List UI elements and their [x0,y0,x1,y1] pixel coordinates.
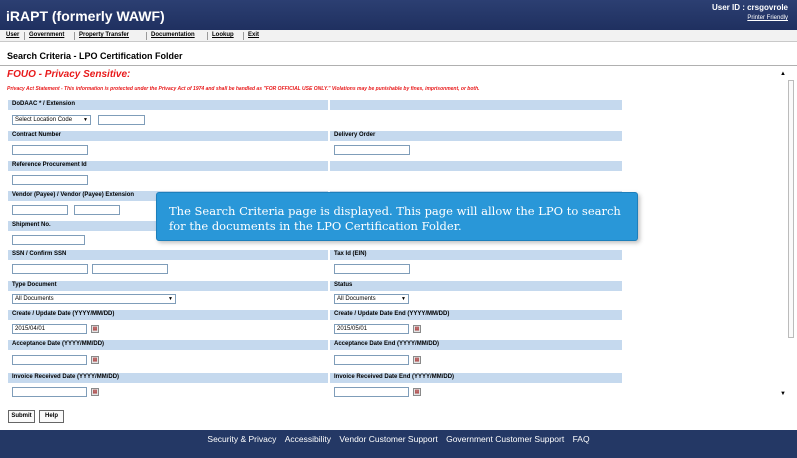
vendor-payee-label: Vendor (Payee) / Vendor (Payee) Extensio… [12,192,135,198]
type-document-value: All Documents [15,296,54,302]
calendar-icon[interactable]: ▦ [413,388,421,396]
invoice-date-input[interactable] [12,387,87,397]
tax-id-input[interactable] [334,264,410,274]
status-label: Status [334,282,353,288]
create-date-label: Create / Update Date (YYYY/MM/DD) [12,311,115,317]
shipment-number-label: Shipment No. [12,222,51,228]
footer-government-support-link[interactable]: Government Customer Support [446,434,564,444]
status-label-bar [330,281,622,291]
invoice-date-end-input[interactable] [334,387,409,397]
menu-property-transfer[interactable]: Property Transfer [79,32,129,38]
menu-lookup[interactable]: Lookup [212,32,234,38]
callout-text: The Search Criteria page is displayed. T… [169,204,621,233]
status-select[interactable]: All Documents ▼ [334,294,409,304]
menu-exit[interactable]: Exit [248,32,259,38]
calendar-icon[interactable]: ▦ [413,325,421,333]
location-code-value: Select Location Code [15,117,73,123]
taxid-label-bar [330,250,622,260]
user-id: User ID : crsgovrole [711,3,788,12]
contract-number-label: Contract Number [12,132,62,138]
footer-faq-link[interactable]: FAQ [573,434,590,444]
calendar-icon[interactable]: ▦ [91,356,99,364]
create-date-end-label: Create / Update Date End (YYYY/MM/DD) [334,311,450,317]
scroll-up-arrow-icon[interactable]: ▲ [778,70,788,79]
help-button[interactable]: Help [39,410,64,423]
tax-id-label: Tax Id (EIN) [334,251,367,257]
acceptance-date-input[interactable] [12,355,87,365]
menu-documentation[interactable]: Documentation [151,32,195,38]
reference-procurement-label: Reference Procurement Id [12,162,87,168]
dodaac-extension-input[interactable] [98,115,145,125]
reference-procurement-input[interactable] [12,175,88,185]
create-date-end-input[interactable]: 2015/05/01 [334,324,409,334]
create-date-input[interactable]: 2015/04/01 [12,324,87,334]
acceptance-date-end-input[interactable] [334,355,409,365]
footer-security-privacy-link[interactable]: Security & Privacy [207,434,276,444]
menu-separator [24,32,25,40]
calendar-icon[interactable]: ▦ [413,356,421,364]
dropdown-arrow-icon: ▼ [401,296,406,302]
ssn-input[interactable] [12,264,88,274]
printer-friendly-link[interactable]: Printer Friendly [747,15,788,21]
acceptance-date-end-label: Acceptance Date End (YYYY/MM/DD) [334,341,440,347]
page-title: Search Criteria - LPO Certification Fold… [7,51,183,61]
calendar-icon[interactable]: ▦ [91,388,99,396]
dropdown-arrow-icon: ▼ [83,117,88,123]
fouo-heading: FOUO - Privacy Sensitive: [7,69,131,80]
shipment-number-input[interactable] [12,235,85,245]
scrollbar-thumb[interactable] [788,80,794,338]
type-document-label: Type Document [12,282,57,288]
app-header: iRAPT (formerly WAWF) User ID : crsgovro… [0,0,797,30]
vendor-payee-input[interactable] [12,205,68,215]
dropdown-arrow-icon: ▼ [168,296,173,302]
footer-vendor-support-link[interactable]: Vendor Customer Support [339,434,437,444]
acceptance-date-label: Acceptance Date (YYYY/MM/DD) [12,341,105,347]
empty-label-bar [330,161,622,171]
ssn-label: SSN / Confirm SSN [12,251,67,257]
menu-government[interactable]: Government [29,32,64,38]
delivery-order-label: Delivery Order [334,132,376,138]
menu-bar: User Government Property Transfer Docume… [0,30,797,42]
menu-user[interactable]: User [6,32,19,38]
invoice-date-label: Invoice Received Date (YYYY/MM/DD) [12,374,120,380]
scroll-down-arrow-icon[interactable]: ▼ [778,390,788,399]
location-code-select[interactable]: Select Location Code ▼ [12,115,91,125]
calendar-icon[interactable]: ▦ [91,325,99,333]
footer-links: Security & Privacy Accessibility Vendor … [0,434,797,444]
footer-accessibility-link[interactable]: Accessibility [285,434,331,444]
dodaac-label: DoDAAC * / Extension [12,101,76,107]
delivery-order-input[interactable] [334,145,410,155]
invoice-date-end-label: Invoice Received Date End (YYYY/MM/DD) [334,374,455,380]
menu-separator [243,32,244,40]
type-document-select[interactable]: All Documents ▼ [12,294,176,304]
app-title: iRAPT (formerly WAWF) [6,8,165,24]
status-value: All Documents [337,296,376,302]
contract-number-input[interactable] [12,145,88,155]
privacy-statement: Privacy Act Statement - This information… [7,86,480,92]
submit-button[interactable]: Submit [8,410,35,423]
tutorial-callout: The Search Criteria page is displayed. T… [156,192,638,241]
menu-separator [74,32,75,40]
footer: Security & Privacy Accessibility Vendor … [0,430,797,458]
empty-label-bar [330,100,622,110]
menu-separator [146,32,147,40]
title-divider [0,65,797,66]
menu-separator [207,32,208,40]
vendor-payee-extension-input[interactable] [74,205,120,215]
confirm-ssn-input[interactable] [92,264,168,274]
